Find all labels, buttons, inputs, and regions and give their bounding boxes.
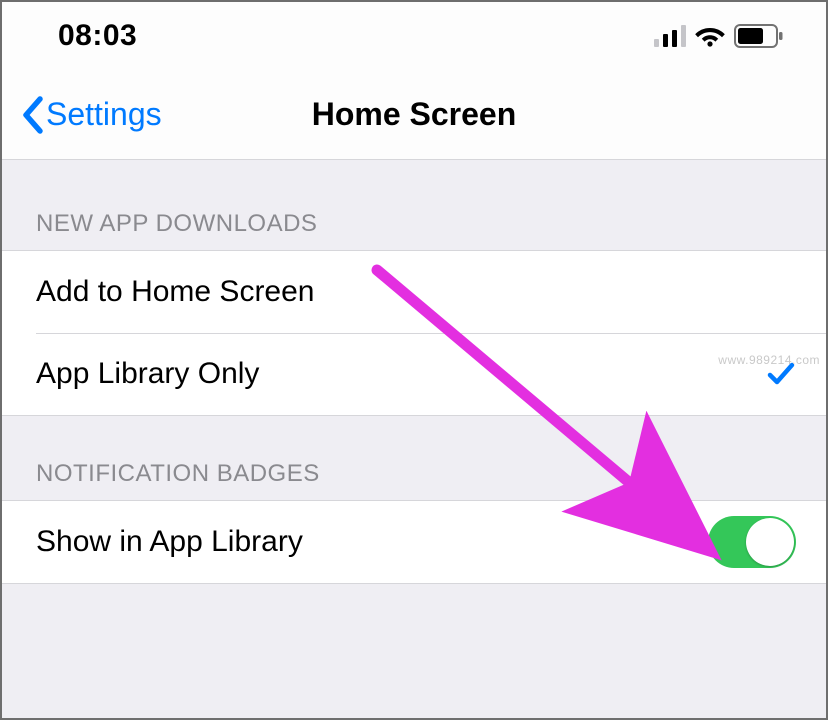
- toggle-show-in-app-library[interactable]: [708, 516, 796, 568]
- downloads-group: Add to Home Screen App Library Only: [2, 250, 826, 416]
- option-add-to-home-screen[interactable]: Add to Home Screen: [2, 251, 826, 333]
- row-show-in-app-library[interactable]: Show in App Library: [2, 501, 826, 583]
- section-header-badges: NOTIFICATION BADGES: [2, 416, 826, 500]
- back-button[interactable]: Settings: [2, 96, 162, 134]
- checkmark-icon: [766, 359, 796, 389]
- toggle-knob: [746, 518, 794, 566]
- cellular-icon: [654, 25, 686, 47]
- option-label: App Library Only: [36, 357, 259, 391]
- status-time: 08:03: [58, 19, 137, 53]
- settings-screen: 08:03 Settings: [2, 2, 826, 718]
- section-header-downloads: NEW APP DOWNLOADS: [2, 160, 826, 250]
- nav-bar: Settings Home Screen: [2, 70, 826, 160]
- row-label: Show in App Library: [36, 525, 303, 559]
- badges-group: Show in App Library: [2, 500, 826, 584]
- status-bar: 08:03: [2, 2, 826, 70]
- status-icons: [654, 24, 784, 48]
- battery-icon: [734, 24, 784, 48]
- option-app-library-only[interactable]: App Library Only: [2, 333, 826, 415]
- wifi-icon: [695, 25, 725, 47]
- option-label: Add to Home Screen: [36, 275, 314, 309]
- chevron-left-icon: [20, 96, 44, 134]
- back-label: Settings: [46, 96, 162, 133]
